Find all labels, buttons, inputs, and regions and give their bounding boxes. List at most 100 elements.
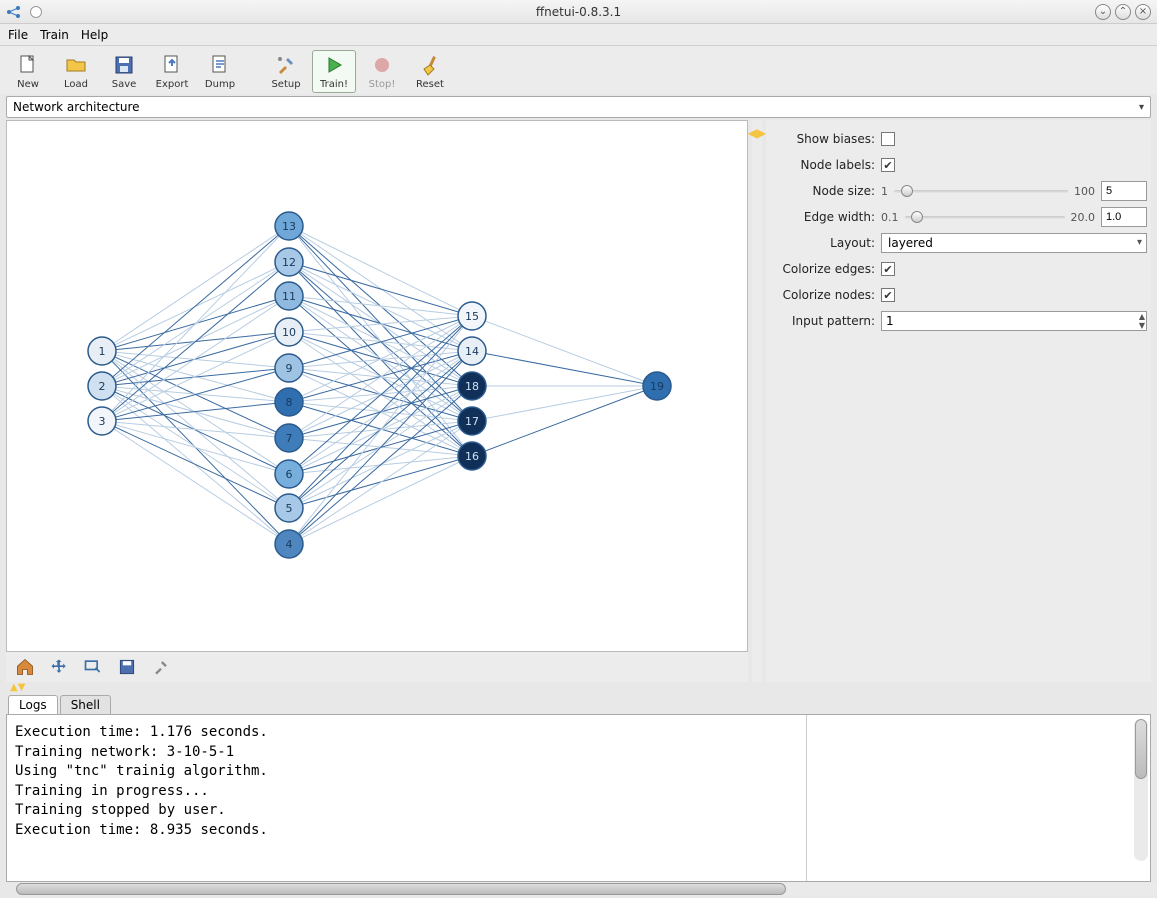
svg-text:6: 6 — [286, 468, 293, 481]
edge-width-slider[interactable] — [905, 210, 1065, 224]
train-label: Train! — [320, 79, 348, 90]
node-size-max: 100 — [1074, 185, 1095, 198]
colorize-edges-checkbox[interactable]: ✔ — [881, 262, 895, 276]
dump-icon — [208, 53, 232, 77]
save-label: Save — [112, 79, 137, 90]
svg-text:3: 3 — [99, 415, 106, 428]
play-icon — [322, 53, 346, 77]
svg-text:17: 17 — [465, 415, 479, 428]
input-pattern-value: 1 — [886, 314, 894, 328]
input-pattern-label: Input pattern: — [770, 314, 875, 328]
svg-text:10: 10 — [282, 326, 296, 339]
menu-train[interactable]: Train — [40, 28, 69, 42]
new-button[interactable]: New — [6, 50, 50, 93]
svg-text:8: 8 — [286, 396, 293, 409]
menu-file[interactable]: File — [8, 28, 28, 42]
colorize-edges-label: Colorize edges: — [770, 262, 875, 276]
tab-logs[interactable]: Logs — [8, 695, 58, 714]
setup-button[interactable]: Setup — [264, 50, 308, 93]
splitter-handle-icon: ◀▶ — [748, 126, 766, 140]
edge-width-min: 0.1 — [881, 211, 899, 224]
spin-down-icon[interactable]: ▼ — [1139, 322, 1145, 331]
svg-text:12: 12 — [282, 256, 296, 269]
stop-label: Stop! — [369, 79, 396, 90]
save-figure-icon[interactable] — [116, 656, 138, 678]
log-panel: Execution time: 1.176 seconds. Training … — [6, 714, 1151, 882]
splitter-handle-icon: ▲▼ — [10, 682, 25, 693]
configure-icon[interactable] — [150, 656, 172, 678]
colorize-nodes-checkbox[interactable]: ✔ — [881, 288, 895, 302]
input-pattern-input[interactable]: 1 ▲▼ — [881, 311, 1147, 331]
home-icon[interactable] — [14, 656, 36, 678]
side-panel: Show biases: Node labels: ✔ Node size: 1… — [766, 120, 1151, 682]
node-size-slider[interactable] — [894, 184, 1068, 198]
node-size-input[interactable] — [1101, 181, 1147, 201]
chevron-down-icon: ▾ — [1139, 102, 1144, 113]
chevron-down-icon: ▾ — [1137, 237, 1142, 248]
show-biases-checkbox[interactable] — [881, 132, 895, 146]
svg-text:9: 9 — [286, 362, 293, 375]
maximize-button[interactable]: ⌃ — [1115, 4, 1131, 20]
export-button[interactable]: Export — [150, 50, 194, 93]
stop-icon — [370, 53, 394, 77]
svg-text:16: 16 — [465, 450, 479, 463]
minimize-button[interactable]: ⌄ — [1095, 4, 1111, 20]
edge-width-input[interactable] — [1101, 207, 1147, 227]
node-size-label: Node size: — [770, 184, 875, 198]
export-label: Export — [156, 79, 189, 90]
close-button[interactable]: × — [1135, 4, 1151, 20]
app-icon — [6, 4, 22, 20]
load-label: Load — [64, 79, 88, 90]
node-labels-label: Node labels: — [770, 158, 875, 172]
export-icon — [160, 53, 184, 77]
show-biases-label: Show biases: — [770, 132, 875, 146]
menu-help[interactable]: Help — [81, 28, 108, 42]
broom-icon — [418, 53, 442, 77]
reset-label: Reset — [416, 79, 444, 90]
view-selector-label: Network architecture — [13, 100, 140, 114]
node-labels-checkbox[interactable]: ✔ — [881, 158, 895, 172]
svg-text:18: 18 — [465, 380, 479, 393]
colorize-nodes-label: Colorize nodes: — [770, 288, 875, 302]
log-text: Execution time: 1.176 seconds. Training … — [7, 715, 807, 881]
view-selector[interactable]: Network architecture ▾ — [6, 96, 1151, 118]
vertical-scrollbar[interactable] — [1134, 719, 1148, 861]
dump-button[interactable]: Dump — [198, 50, 242, 93]
edge-width-max: 20.0 — [1071, 211, 1096, 224]
menu-bar: File Train Help — [0, 24, 1157, 46]
reset-button[interactable]: Reset — [408, 50, 452, 93]
window-title: ffnetui-0.8.3.1 — [536, 5, 621, 19]
edge-width-label: Edge width: — [770, 210, 875, 224]
new-document-icon — [16, 53, 40, 77]
svg-text:14: 14 — [465, 345, 479, 358]
network-canvas[interactable]: 12313121110987654151418171619 — [6, 120, 748, 652]
svg-text:15: 15 — [465, 310, 479, 323]
bottom-tab-bar: Logs Shell — [0, 692, 1157, 714]
folder-open-icon — [64, 53, 88, 77]
pan-icon[interactable] — [48, 656, 70, 678]
save-button[interactable]: Save — [102, 50, 146, 93]
load-button[interactable]: Load — [54, 50, 98, 93]
svg-text:19: 19 — [650, 380, 664, 393]
svg-text:4: 4 — [286, 538, 293, 551]
tools-icon — [274, 53, 298, 77]
train-button[interactable]: Train! — [312, 50, 356, 93]
zoom-rect-icon[interactable] — [82, 656, 104, 678]
vertical-splitter[interactable]: ◀▶ — [752, 120, 762, 682]
setup-label: Setup — [271, 79, 300, 90]
layout-select[interactable]: layered ▾ — [881, 233, 1147, 253]
node-size-min: 1 — [881, 185, 888, 198]
floppy-icon — [112, 53, 136, 77]
tab-shell[interactable]: Shell — [60, 695, 111, 714]
canvas-toolbar — [6, 652, 748, 682]
title-bar: ffnetui-0.8.3.1 ⌄ ⌃ × — [0, 0, 1157, 24]
layout-label: Layout: — [770, 236, 875, 250]
svg-text:13: 13 — [282, 220, 296, 233]
tool-bar: New Load Save Export Dump Setup Train! S… — [0, 46, 1157, 94]
dump-label: Dump — [205, 79, 235, 90]
svg-text:2: 2 — [99, 380, 106, 393]
horizontal-splitter[interactable]: ▲▼ — [0, 682, 1157, 692]
svg-text:7: 7 — [286, 432, 293, 445]
stop-button: Stop! — [360, 50, 404, 93]
status-dot-icon — [30, 6, 42, 18]
